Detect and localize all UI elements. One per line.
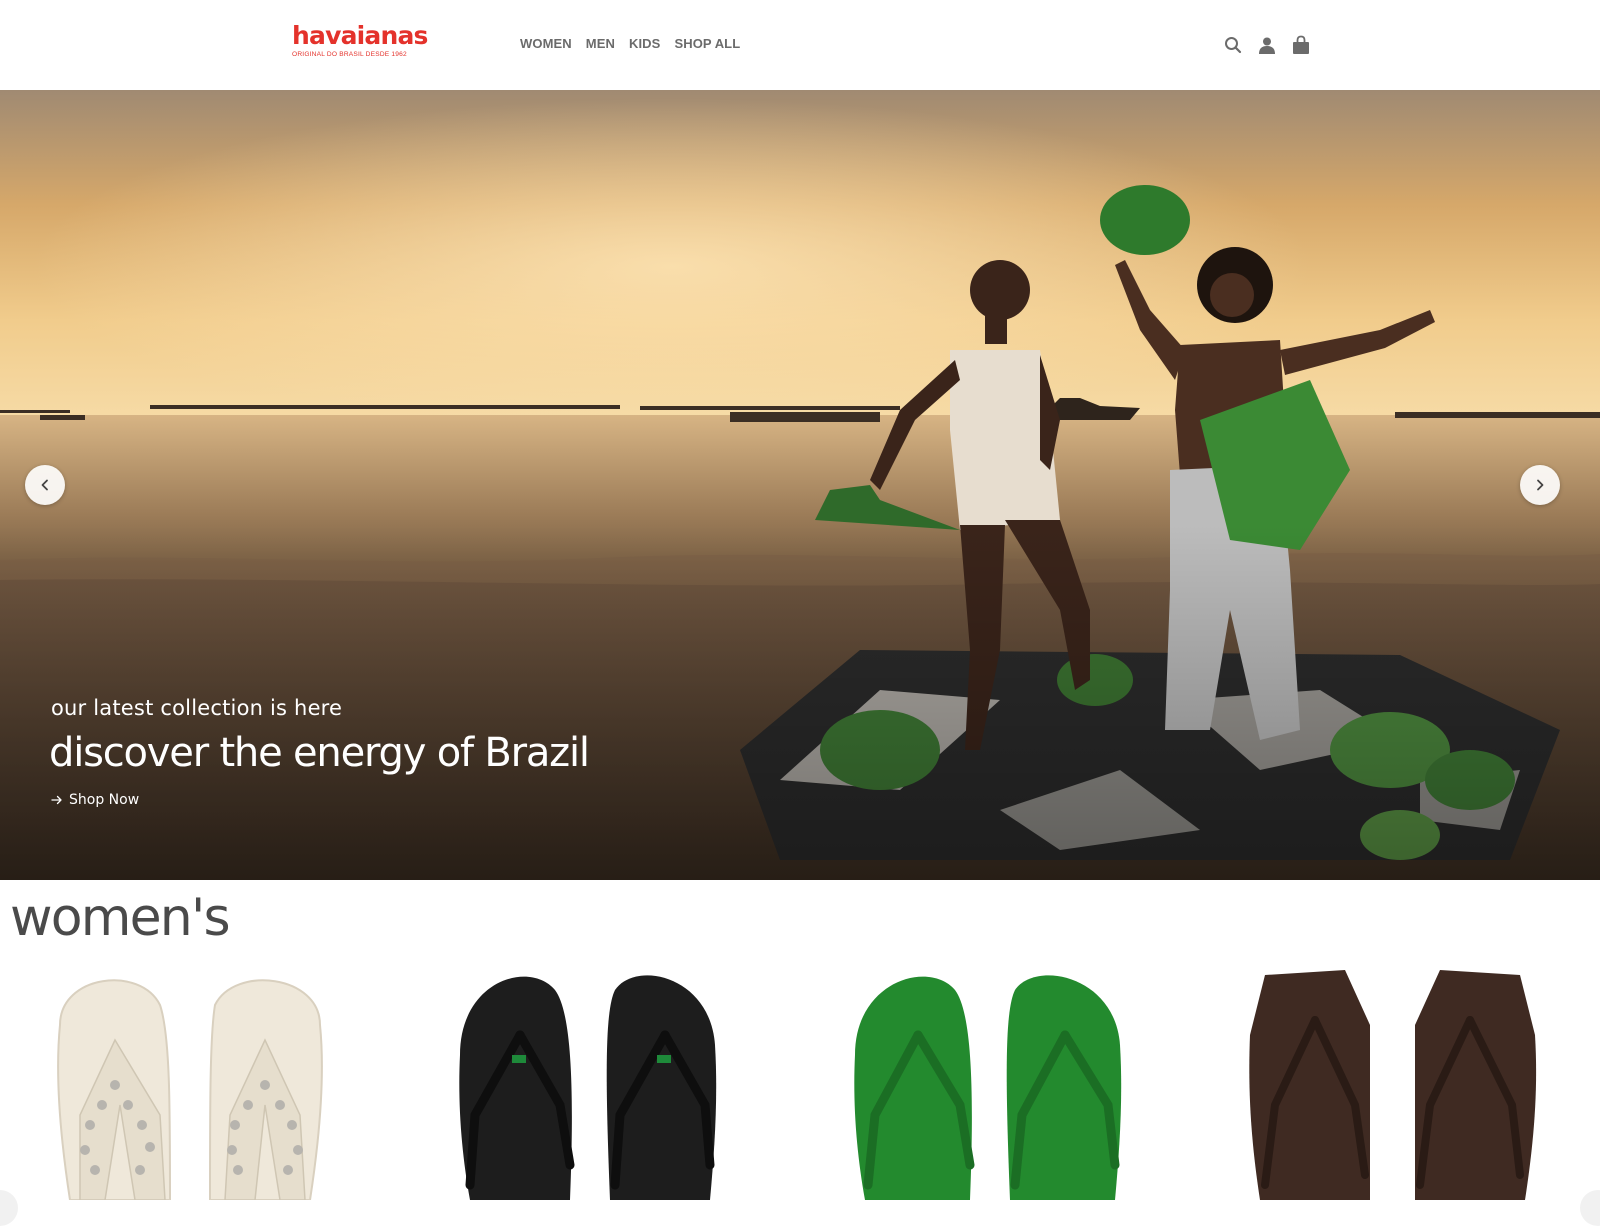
hero-banner[interactable]: our latest collection is here discover t…: [0, 90, 1600, 880]
flip-flop-image-brown: [1249, 970, 1537, 1200]
product-card-3[interactable]: [820, 965, 1180, 1200]
havaianas-logo[interactable]: havaianas ORIGINAL DO BRASIL DESDE 1962: [292, 21, 428, 64]
chevron-right-icon: [1537, 479, 1544, 491]
main-nav: WOMEN MEN KIDS SHOP ALL: [520, 36, 740, 51]
product-card-2[interactable]: [420, 965, 780, 1200]
flip-flop-image-cream: [57, 979, 323, 1200]
site-header: havaianas ORIGINAL DO BRASIL DESDE 1962 …: [0, 0, 1600, 91]
product-carousel: [0, 965, 1600, 1200]
chevron-left-icon: [41, 479, 48, 491]
arrow-right-icon: [51, 795, 62, 805]
carousel-next-button[interactable]: [1520, 465, 1560, 505]
nav-kids[interactable]: KIDS: [629, 36, 660, 51]
hero-title: discover the energy of Brazil: [49, 730, 590, 776]
bag-icon[interactable]: [1290, 34, 1312, 56]
logo-tagline: ORIGINAL DO BRASIL DESDE 1962: [292, 51, 407, 58]
header-icons: [1222, 34, 1312, 56]
section-title-womens: women's: [10, 888, 231, 948]
search-icon[interactable]: [1222, 34, 1244, 56]
product-card-4[interactable]: [1220, 965, 1580, 1200]
carousel-prev-button[interactable]: [25, 465, 65, 505]
hero-subtitle: our latest collection is here: [51, 696, 343, 720]
nav-men[interactable]: MEN: [586, 36, 615, 51]
nav-shop-all[interactable]: SHOP ALL: [674, 36, 740, 51]
flip-flop-image-green: [854, 975, 1122, 1200]
account-icon[interactable]: [1256, 34, 1278, 56]
shop-now-link[interactable]: Shop Now: [51, 792, 139, 808]
logo-wordmark: havaianas: [292, 21, 428, 50]
shop-now-label: Shop Now: [69, 792, 140, 808]
product-card-1[interactable]: [20, 965, 380, 1200]
flip-flop-image-black: [459, 975, 717, 1200]
nav-women[interactable]: WOMEN: [520, 36, 572, 51]
